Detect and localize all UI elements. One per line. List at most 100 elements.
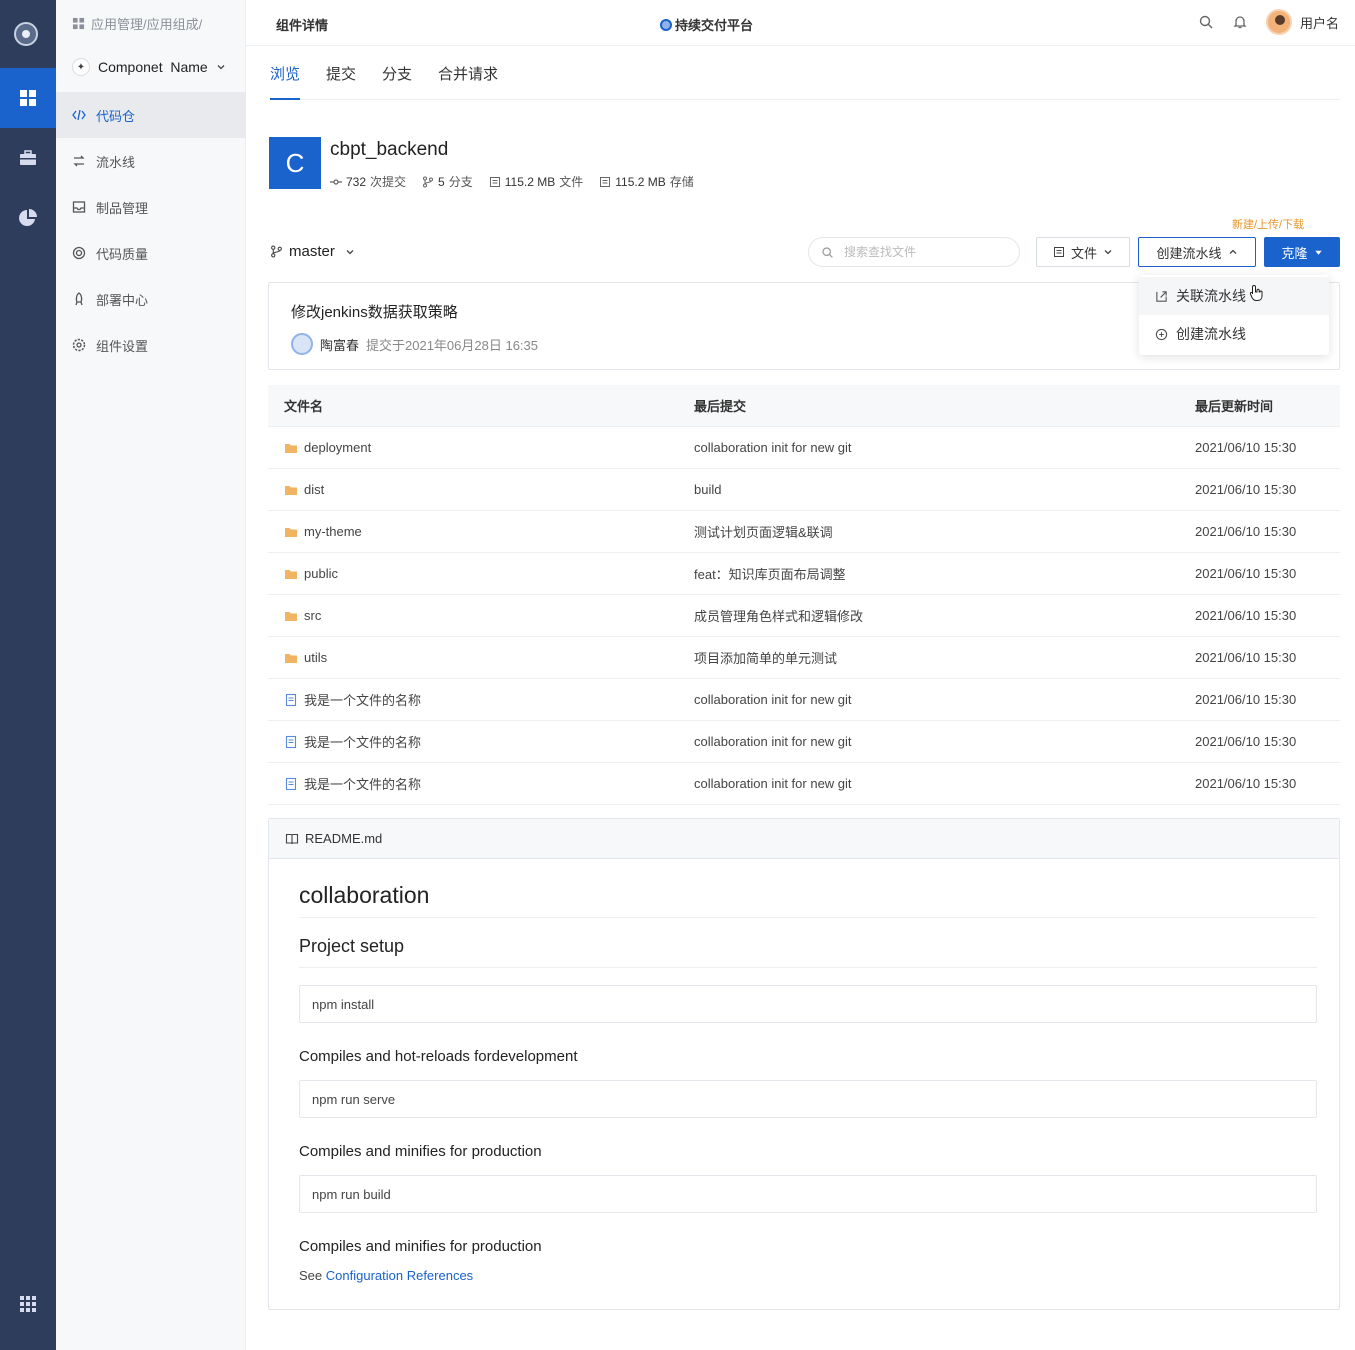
tab-commits[interactable]: 提交 [326,46,356,100]
top-actions: 用户名 [1198,9,1339,35]
component-selector[interactable]: ✦ Componet Name [72,58,226,76]
repo-tabs: 浏览 提交 分支 合并请求 [270,46,1340,100]
table-row[interactable]: dist build 2021/06/10 15:30 [268,469,1340,511]
stat-branches[interactable]: 5 分支 [422,173,473,190]
last-commit-cell[interactable]: collaboration init for new git [678,776,1195,791]
subnav-item-code-repo[interactable]: 代码仓 [56,92,246,138]
folder-icon [285,611,297,621]
file-name[interactable]: deployment [304,440,371,455]
subnav-item-label: 代码质量 [96,246,149,262]
file-name[interactable]: dist [304,482,324,497]
last-commit-cell[interactable]: feat：知识库页面布局调整 [678,564,1195,583]
subnav-list: 代码仓 流水线 制品管理 代码质量 部署中心 组件设置 [56,92,246,368]
file-icon [285,693,297,706]
file-name-cell[interactable]: utils [268,650,678,665]
bell-icon[interactable] [1232,14,1248,30]
code-block: npm run serve [299,1080,1317,1118]
last-commit-cell[interactable]: 成员管理角色样式和逻辑修改 [678,606,1195,625]
file-name[interactable]: my-theme [304,524,362,539]
file-name-cell[interactable]: 我是一个文件的名称 [268,732,678,751]
file-name-cell[interactable]: dist [268,482,678,497]
subnav-item-component-settings[interactable]: 组件设置 [56,322,246,368]
table-row[interactable]: public feat：知识库页面布局调整 2021/06/10 15:30 [268,553,1340,595]
readme-filename: README.md [305,831,383,846]
commit-author[interactable]: 陶富春 [320,335,359,354]
toolbox-icon[interactable] [0,128,56,188]
table-row[interactable]: deployment collaboration init for new git… [268,427,1340,469]
folder-icon [285,653,297,663]
username: 用户名 [1299,15,1339,31]
last-commit-cell[interactable]: build [678,482,1195,497]
last-commit-cell[interactable]: 测试计划页面逻辑&联调 [678,522,1195,541]
file-size-icon [489,176,500,187]
chevron-down-icon [1104,250,1112,255]
updated-time-cell: 2021/06/10 15:30 [1195,776,1297,791]
logo-icon[interactable] [14,22,38,46]
file-name[interactable]: 我是一个文件的名称 [304,690,421,709]
hand-cursor-icon [1249,284,1263,301]
tab-browse[interactable]: 浏览 [270,46,301,100]
file-table: 文件名 最后提交 最后更新时间 deployment collaboration … [268,385,1340,805]
file-search[interactable] [808,237,1020,267]
clone-button[interactable]: 克隆 [1264,237,1340,267]
repo-avatar: C [269,137,321,189]
branch-selector[interactable]: master [270,243,355,260]
stat-files-size: 115.2 MB [504,174,556,189]
table-row[interactable]: 我是一个文件的名称 collaboration init for new git 2… [268,763,1340,805]
branch-name: master [289,243,335,260]
menu-item-label: 创建流水线 [1176,326,1246,342]
search-input[interactable] [844,245,994,259]
file-name[interactable]: public [304,566,338,581]
file-name[interactable]: 我是一个文件的名称 [304,774,421,793]
commit-message[interactable]: 修改jenkins数据获取策略 [291,301,458,322]
menu-item-link-pipeline[interactable]: 关联流水线 [1139,277,1329,315]
file-name[interactable]: src [304,608,321,623]
subnav-item-deploy-center[interactable]: 部署中心 [56,276,246,322]
breadcrumb[interactable]: 应用管理/应用组成/ [72,14,202,33]
tab-branches[interactable]: 分支 [382,46,412,100]
subnav-item-artifacts[interactable]: 制品管理 [56,184,246,230]
file-name-cell[interactable]: 我是一个文件的名称 [268,774,678,793]
menu-item-create-pipeline[interactable]: 创建流水线 [1139,315,1329,353]
tab-merge-requests[interactable]: 合并请求 [438,46,498,100]
stat-commits[interactable]: 732 次提交 [330,173,406,190]
hint-text: 新建/上传/下载 [1232,219,1305,231]
file-name-cell[interactable]: public [268,566,678,581]
file-button[interactable]: 文件 [1036,237,1130,267]
last-commit-cell[interactable]: 项目添加简单的单元测试 [678,648,1195,667]
table-row[interactable]: 我是一个文件的名称 collaboration init for new git 2… [268,679,1340,721]
pie-chart-icon[interactable] [0,188,56,248]
last-commit-cell[interactable]: collaboration init for new git [678,692,1195,707]
app-launcher-icon[interactable] [0,1274,56,1334]
table-row[interactable]: utils 项目添加简单的单元测试 2021/06/10 15:30 [268,637,1340,679]
file-name-cell[interactable]: src [268,608,678,623]
create-pipeline-button[interactable]: 创建流水线 [1138,237,1256,267]
table-row[interactable]: 我是一个文件的名称 collaboration init for new git 2… [268,721,1340,763]
last-commit-cell[interactable]: collaboration init for new git [678,440,1195,455]
subnav-item-label: 组件设置 [96,338,149,354]
file-name[interactable]: utils [304,650,327,665]
updated-time-cell: 2021/06/10 15:30 [1195,608,1297,623]
subnav-item-pipeline[interactable]: 流水线 [56,138,246,184]
file-name-cell[interactable]: deployment [268,440,678,455]
stat-branches-count: 5 [438,174,445,189]
user-menu[interactable]: 用户名 [1265,9,1339,35]
secondary-nav: 应用管理/应用组成/ ✦ Componet Name 代码仓 流水线 制品管理 … [56,0,246,1350]
last-commit-cell[interactable]: collaboration init for new git [678,734,1195,749]
config-reference-link[interactable]: Configuration References [326,1268,473,1283]
chevron-down-icon [346,249,354,254]
breadcrumb-text[interactable]: 应用管理/应用组成/ [91,14,202,33]
avatar [1265,9,1292,35]
table-row[interactable]: my-theme 测试计划页面逻辑&联调 2021/06/10 15:30 [268,511,1340,553]
search-icon[interactable] [1198,14,1214,30]
col-header-last-commit: 最后提交 [694,399,747,414]
file-name-cell[interactable]: 我是一个文件的名称 [268,690,678,709]
code-icon [72,109,86,121]
folder-icon [285,443,297,453]
file-name[interactable]: 我是一个文件的名称 [304,732,421,751]
chevron-down-icon [217,65,225,70]
file-name-cell[interactable]: my-theme [268,524,678,539]
apps-grid-icon[interactable] [0,68,56,128]
table-row[interactable]: src 成员管理角色样式和逻辑修改 2021/06/10 15:30 [268,595,1340,637]
subnav-item-code-quality[interactable]: 代码质量 [56,230,246,276]
